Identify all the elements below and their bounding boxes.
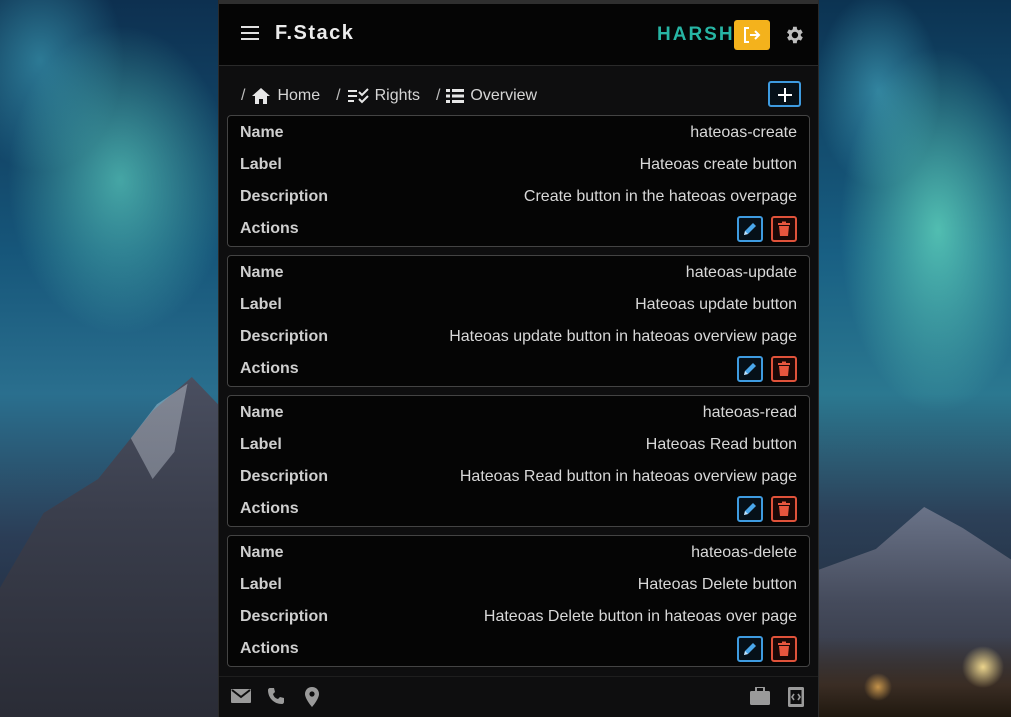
username: HARSH (657, 24, 735, 45)
actions-label: Actions (240, 500, 299, 517)
pencil-icon (744, 223, 756, 235)
description-label: Description (240, 188, 329, 205)
edit-button[interactable] (737, 356, 763, 382)
trash-icon (778, 221, 790, 236)
actions-group (737, 216, 797, 242)
mail-icon[interactable] (231, 687, 251, 705)
breadcrumb-label: Rights (374, 87, 420, 104)
label-label: Label (240, 576, 282, 593)
label-row: Label Hateoas create button (240, 156, 797, 178)
description-row: Description Create button in the hateoas… (240, 188, 797, 210)
phone-icon[interactable] (267, 687, 285, 705)
list-item: Name hateoas-delete Label Hateoas Delete… (227, 535, 810, 667)
list-item: Name hateoas-update Label Hateoas update… (227, 255, 810, 387)
actions-label: Actions (240, 220, 299, 237)
label-value: Hateoas create button (639, 156, 797, 173)
list-item: Name hateoas-create Label Hateoas create… (227, 115, 810, 247)
name-value: hateoas-update (685, 264, 797, 281)
label-value: Hateoas Read button (645, 436, 797, 453)
label-row: Label Hateoas Read button (240, 436, 797, 458)
label-value: Hateoas Delete button (637, 576, 797, 593)
list-icon (446, 89, 465, 103)
description-value: Hateoas Read button in hateoas overview … (459, 468, 797, 485)
gear-icon[interactable] (783, 24, 805, 46)
description-value: Hateoas update button in hateoas overvie… (449, 328, 797, 345)
description-value: Create button in the hateoas overpage (523, 188, 797, 205)
description-label: Description (240, 328, 329, 345)
footer-bar (219, 676, 818, 717)
app-window: F.Stack HARSH / Home / Rights / Overview… (218, 0, 819, 717)
location-icon[interactable] (305, 687, 319, 707)
actions-label: Actions (240, 360, 299, 377)
label-row: Label Hateoas update button (240, 296, 797, 318)
list-item: Name hateoas-read Label Hateoas Read but… (227, 395, 810, 527)
trash-icon (778, 361, 790, 376)
actions-row: Actions (240, 360, 797, 382)
description-label: Description (240, 608, 329, 625)
label-label: Label (240, 156, 282, 173)
home-icon (252, 88, 271, 104)
name-row: Name hateoas-read (240, 404, 797, 426)
delete-button[interactable] (771, 356, 797, 382)
breadcrumb-separator: / (336, 87, 341, 104)
trash-icon (778, 641, 790, 656)
delete-button[interactable] (771, 216, 797, 242)
add-button[interactable] (768, 81, 801, 107)
name-label: Name (240, 124, 284, 141)
actions-row: Actions (240, 220, 797, 242)
name-row: Name hateoas-create (240, 124, 797, 146)
breadcrumb-rights[interactable]: / Rights (336, 87, 420, 105)
description-row: Description Hateoas Delete button in hat… (240, 608, 797, 630)
actions-row: Actions (240, 640, 797, 662)
trash-icon (778, 501, 790, 516)
name-value: hateoas-create (690, 124, 797, 141)
checklist-icon (347, 88, 369, 104)
wallpaper-town-lights (818, 637, 1011, 717)
name-label: Name (240, 544, 284, 561)
label-value: Hateoas update button (635, 296, 797, 313)
name-row: Name hateoas-delete (240, 544, 797, 566)
description-value: Hateoas Delete button in hateoas over pa… (483, 608, 797, 625)
breadcrumb-label: Home (277, 87, 321, 104)
breadcrumb-separator: / (435, 87, 441, 104)
actions-group (737, 496, 797, 522)
logout-button[interactable] (734, 20, 770, 50)
description-label: Description (240, 468, 329, 485)
rights-list: Name hateoas-create Label Hateoas create… (227, 115, 810, 675)
top-bar: F.Stack HARSH (219, 0, 818, 66)
pencil-icon (744, 503, 756, 515)
name-label: Name (240, 404, 284, 421)
delete-button[interactable] (771, 496, 797, 522)
pencil-icon (744, 363, 756, 375)
name-label: Name (240, 264, 284, 281)
breadcrumb-label: Overview (470, 87, 538, 104)
actions-row: Actions (240, 500, 797, 522)
breadcrumb-home[interactable]: / Home (241, 87, 320, 105)
label-label: Label (240, 296, 282, 313)
pencil-icon (744, 643, 756, 655)
menu-icon[interactable] (241, 26, 261, 42)
delete-button[interactable] (771, 636, 797, 662)
description-row: Description Hateoas Read button in hateo… (240, 468, 797, 490)
plus-icon (778, 88, 792, 102)
actions-label: Actions (240, 640, 299, 657)
breadcrumb-overview[interactable]: / Overview (436, 87, 537, 105)
breadcrumb-separator: / (241, 87, 246, 104)
actions-group (737, 636, 797, 662)
name-value: hateoas-delete (691, 544, 797, 561)
brand-title[interactable]: F.Stack (275, 22, 354, 45)
label-label: Label (240, 436, 282, 453)
edit-button[interactable] (737, 216, 763, 242)
description-row: Description Hateoas update button in hat… (240, 328, 797, 350)
name-row: Name hateoas-update (240, 264, 797, 286)
actions-group (737, 356, 797, 382)
breadcrumb: / Home / Rights / Overview (241, 84, 553, 108)
logout-icon (744, 27, 761, 43)
edit-button[interactable] (737, 636, 763, 662)
api-icon[interactable] (788, 687, 804, 707)
edit-button[interactable] (737, 496, 763, 522)
briefcase-icon[interactable] (750, 687, 770, 705)
label-row: Label Hateoas Delete button (240, 576, 797, 598)
name-value: hateoas-read (702, 404, 797, 421)
